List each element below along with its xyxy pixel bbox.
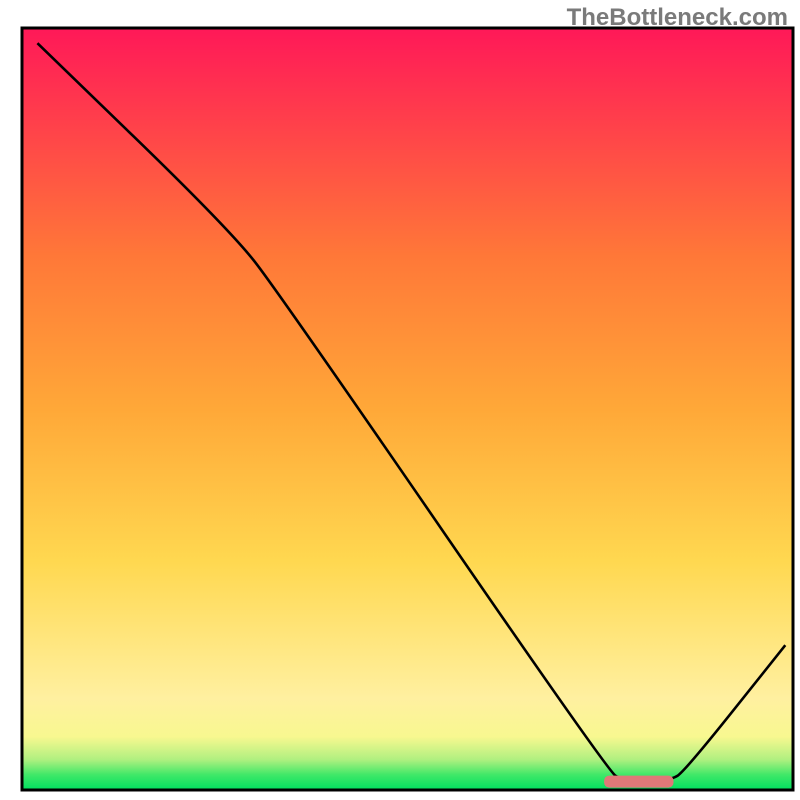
bottleneck-chart: TheBottleneck.com <box>0 0 800 800</box>
plot-background <box>22 28 793 790</box>
chart-svg <box>0 0 800 800</box>
attribution-label: TheBottleneck.com <box>567 4 788 32</box>
optimal-marker <box>604 776 673 788</box>
